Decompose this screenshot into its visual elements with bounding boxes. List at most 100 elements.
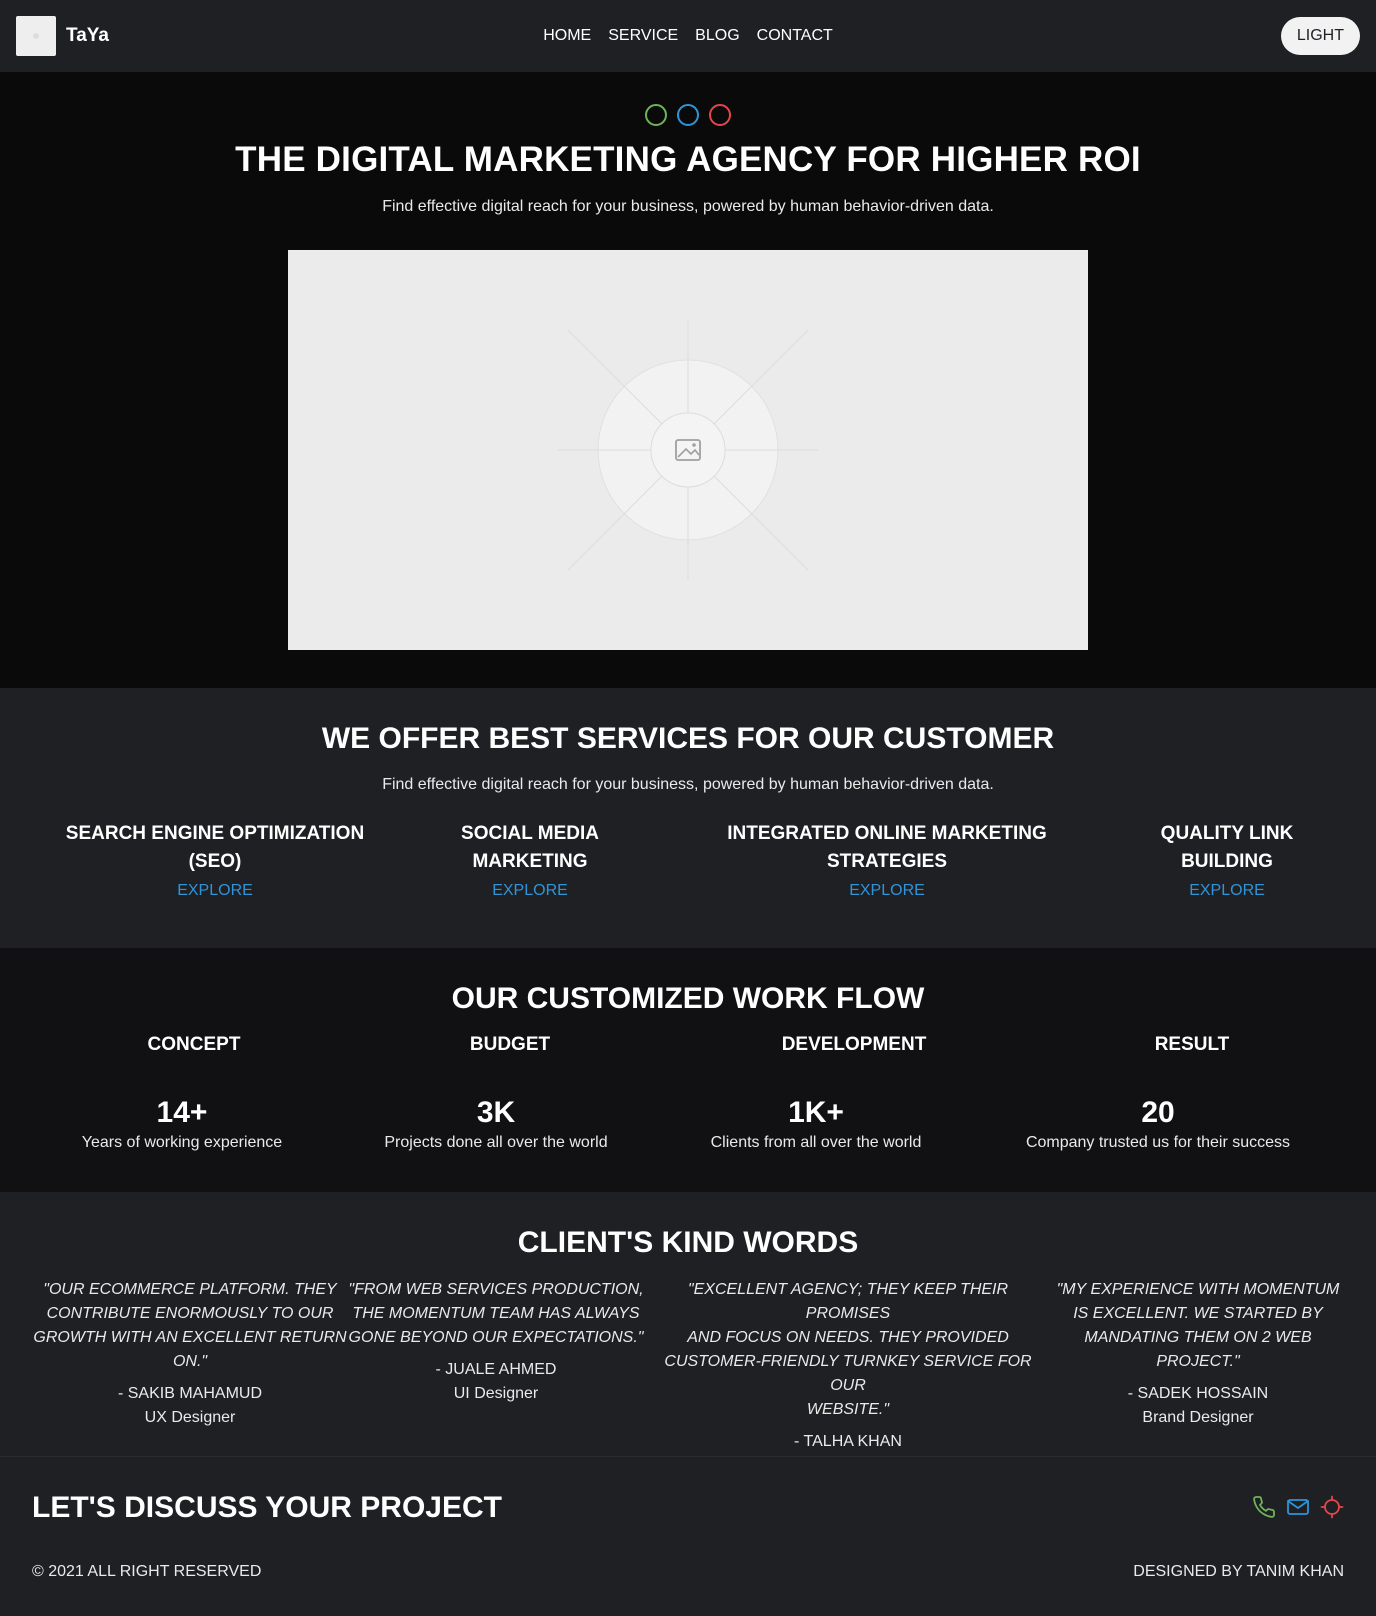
contact-icons (1252, 1495, 1344, 1519)
stat-label: Years of working experience (81, 1134, 283, 1151)
workflow-title: OUR CUSTOMIZED WORK FLOW (451, 982, 925, 1015)
brand-name: TaYa (66, 25, 109, 46)
mail-icon[interactable] (1286, 1495, 1310, 1519)
testimonial-card: "OUR ECOMMERCE PLATFORM. THEY CONTRIBUTE… (32, 1278, 348, 1430)
testimonial-role: UI Designer (453, 1385, 539, 1402)
stats-row: 14+ Years of working experience 3K Proje… (0, 1096, 1376, 1166)
stat-value: 20 (1141, 1096, 1175, 1129)
stat-clients: 1K+ Clients from all over the world (676, 1096, 956, 1152)
copyright-text: © 2021 ALL RIGHT RESERVED (32, 1563, 262, 1580)
quote-line: "MY EXPERIENCE WITH MOMENTUM (1056, 1281, 1340, 1298)
service-name: QUALITY LINK BUILDING (1120, 820, 1334, 876)
testimonial-quote: "MY EXPERIENCE WITH MOMENTUM IS EXCELLEN… (1052, 1278, 1344, 1374)
workflow-step-budget: BUDGET (469, 1034, 551, 1055)
green-circle-icon (645, 104, 667, 126)
brand[interactable]: TaYa (16, 16, 109, 56)
nav-link-contact[interactable]: CONTACT (757, 27, 833, 45)
decorative-dots (0, 104, 1376, 126)
red-circle-icon (709, 104, 731, 126)
blue-circle-icon (677, 104, 699, 126)
quote-line: GONE BEYOND OUR EXPECTATIONS." (348, 1329, 644, 1346)
workflow-step-concept: CONCEPT (147, 1034, 241, 1055)
phone-icon[interactable] (1252, 1495, 1276, 1519)
quote-line: IS EXCELLENT. WE STARTED BY (1073, 1305, 1323, 1322)
quote-line: GROWTH WITH AN EXCELLENT RETURN (33, 1329, 347, 1346)
nav-link-home[interactable]: HOME (543, 27, 591, 45)
service-name-line: STRATEGIES (827, 851, 947, 872)
location-icon[interactable] (1320, 1495, 1344, 1519)
quote-line: WEBSITE." (806, 1401, 890, 1418)
testimonial-card: "FROM WEB SERVICES PRODUCTION, THE MOMEN… (348, 1278, 644, 1406)
explore-link[interactable]: EXPLORE (849, 882, 925, 900)
stat-value: 1K+ (788, 1096, 844, 1129)
workflow-step-result: RESULT (1154, 1034, 1230, 1055)
designer-credit: DESIGNED BY TANIM KHAN (1133, 1563, 1344, 1580)
service-name-line: INTEGRATED ONLINE MARKETING (727, 823, 1047, 844)
service-name-line: BUILDING (1181, 851, 1273, 872)
testimonials-section: CLIENT'S KIND WORDS "OUR ECOMMERCE PLATF… (0, 1192, 1376, 1474)
stat-experience: 14+ Years of working experience (52, 1096, 312, 1152)
stat-label: Company trusted us for their success (1025, 1134, 1291, 1151)
logo-icon (16, 16, 56, 56)
explore-link[interactable]: EXPLORE (1189, 882, 1265, 900)
testimonial-quote: "EXCELLENT AGENCY; THEY KEEP THEIR PROMI… (646, 1278, 1050, 1422)
service-name-line: (SEO) (188, 851, 242, 872)
explore-link[interactable]: EXPLORE (492, 882, 568, 900)
service-card-seo: SEARCH ENGINE OPTIMIZATION (SEO) EXPLORE (42, 820, 388, 900)
testimonial-quote: "OUR ECOMMERCE PLATFORM. THEY CONTRIBUTE… (32, 1278, 348, 1374)
testimonial-author: - TALHA KHAN (794, 1433, 902, 1450)
quote-line: "FROM WEB SERVICES PRODUCTION, (348, 1281, 644, 1298)
nav-link-blog[interactable]: BLOG (695, 27, 739, 45)
navbar: TaYa HOME SERVICE BLOG CONTACT LIGHT (0, 0, 1376, 72)
explore-link[interactable]: EXPLORE (177, 882, 253, 900)
quote-line: "EXCELLENT AGENCY; THEY KEEP THEIR PROMI… (687, 1281, 1009, 1322)
services-grid: SEARCH ENGINE OPTIMIZATION (SEO) EXPLORE … (0, 820, 1376, 920)
main-nav: HOME SERVICE BLOG CONTACT (543, 0, 833, 72)
testimonial-quote: "FROM WEB SERVICES PRODUCTION, THE MOMEN… (348, 1278, 644, 1350)
quote-line: CONTRIBUTE ENORMOUSLY TO OUR (46, 1305, 334, 1322)
testimonials-title: CLIENT'S KIND WORDS (517, 1226, 859, 1259)
workflow-steps: CONCEPT BUDGET DEVELOPMENT RESULT (0, 1034, 1376, 1058)
testimonial-role: Brand Designer (1142, 1409, 1254, 1426)
hero-subtitle: Find effective digital reach for your bu… (382, 198, 994, 215)
stat-value: 14+ (156, 1096, 208, 1129)
stat-companies: 20 Company trusted us for their success (1000, 1096, 1316, 1152)
quote-line: MANDATING THEM ON 2 WEB (1084, 1329, 1312, 1346)
stat-label: Clients from all over the world (710, 1134, 922, 1151)
service-name: SEARCH ENGINE OPTIMIZATION (SEO) (42, 820, 388, 876)
services-section: WE OFFER BEST SERVICES FOR OUR CUSTOMER … (0, 688, 1376, 948)
quote-line: ON." (172, 1353, 208, 1370)
stat-value: 3K (476, 1096, 516, 1129)
workflow-section: OUR CUSTOMIZED WORK FLOW CONCEPT BUDGET … (0, 948, 1376, 1192)
service-card-integrated-marketing: INTEGRATED ONLINE MARKETING STRATEGIES EX… (700, 820, 1074, 900)
service-name-line: QUALITY LINK (1160, 823, 1294, 844)
service-name-line: SOCIAL MEDIA (461, 823, 599, 844)
hero-section: THE DIGITAL MARKETING AGENCY FOR HIGHER … (0, 72, 1376, 688)
quote-line: "OUR ECOMMERCE PLATFORM. THEY (43, 1281, 337, 1298)
testimonial-author: - SAKIB MAHAMUD (117, 1385, 262, 1402)
nav-link-service[interactable]: SERVICE (608, 27, 678, 45)
service-name: SOCIAL MEDIA MARKETING (420, 820, 640, 876)
service-card-link-building: QUALITY LINK BUILDING EXPLORE (1120, 820, 1334, 900)
testimonial-author: - SADEK HOSSAIN (1127, 1385, 1269, 1402)
service-name-line: SEARCH ENGINE OPTIMIZATION (65, 823, 365, 844)
quote-line: PROJECT." (1156, 1353, 1240, 1370)
service-name: INTEGRATED ONLINE MARKETING STRATEGIES (700, 820, 1074, 876)
services-subtitle: Find effective digital reach for your bu… (382, 776, 994, 793)
footer: LET'S DISCUSS YOUR PROJECT © 2021 ALL RI… (0, 1456, 1376, 1616)
service-card-social-media: SOCIAL MEDIA MARKETING EXPLORE (420, 820, 640, 900)
theme-toggle-button[interactable]: LIGHT (1280, 17, 1360, 55)
image-placeholder-icon (558, 320, 818, 580)
testimonial-role: UX Designer (144, 1409, 236, 1426)
quote-line: CUSTOMER-FRIENDLY TURNKEY SERVICE FOR OU… (664, 1353, 1032, 1394)
stat-projects: 3K Projects done all over the world (356, 1096, 636, 1152)
quote-line: THE MOMENTUM TEAM HAS ALWAYS (352, 1305, 640, 1322)
footer-cta-title: LET'S DISCUSS YOUR PROJECT (32, 1491, 502, 1524)
workflow-step-development: DEVELOPMENT (781, 1034, 927, 1055)
quote-line: AND FOCUS ON NEEDS. THEY PROVIDED (687, 1329, 1009, 1346)
testimonial-card: "EXCELLENT AGENCY; THEY KEEP THEIR PROMI… (646, 1278, 1050, 1478)
testimonial-author: - JUALE AHMED (435, 1361, 557, 1378)
testimonial-card: "MY EXPERIENCE WITH MOMENTUM IS EXCELLEN… (1052, 1278, 1344, 1430)
hero-image-placeholder (288, 250, 1088, 650)
stat-label: Projects done all over the world (384, 1134, 608, 1151)
